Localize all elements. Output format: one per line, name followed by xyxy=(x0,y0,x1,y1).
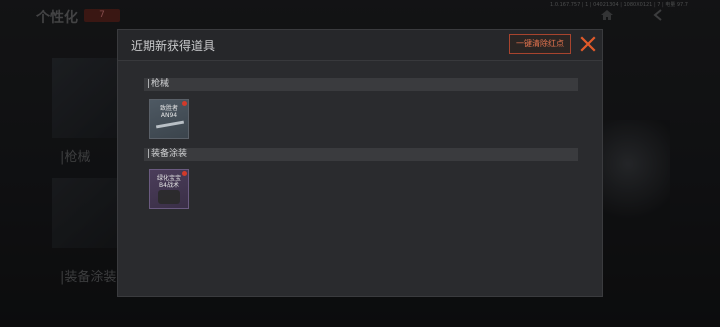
item-name-line2: B4战术 xyxy=(159,182,179,189)
section-header-skins: |装备涂装 xyxy=(144,148,578,161)
item-card-skin[interactable]: 绿化宝宝 B4战术 xyxy=(149,169,189,209)
item-name-line1: 致胜者 xyxy=(159,105,178,112)
close-icon xyxy=(580,36,596,52)
rifle-icon xyxy=(155,120,185,129)
modal-title: 近期新获得道具 xyxy=(131,39,216,53)
item-name-line1: 绿化宝宝 xyxy=(156,175,181,182)
item-card-weapon[interactable]: 致胜者 AN94 xyxy=(149,99,189,139)
item-name-line2: AN94 xyxy=(160,112,178,119)
clear-red-dots-button[interactable]: 一键清除红点 xyxy=(509,34,571,54)
section-label: 装备涂装 xyxy=(151,149,188,159)
recent-items-modal: 近期新获得道具 一键清除红点 |枪械 致胜者 AN94 |装备涂装 绿化宝宝 B… xyxy=(117,29,603,297)
modal-header: 近期新获得道具 一键清除红点 xyxy=(118,30,602,61)
section-label: 枪械 xyxy=(151,79,170,89)
section-header-weapons: |枪械 xyxy=(144,78,578,91)
vest-icon xyxy=(158,190,180,204)
close-button[interactable] xyxy=(575,30,601,58)
